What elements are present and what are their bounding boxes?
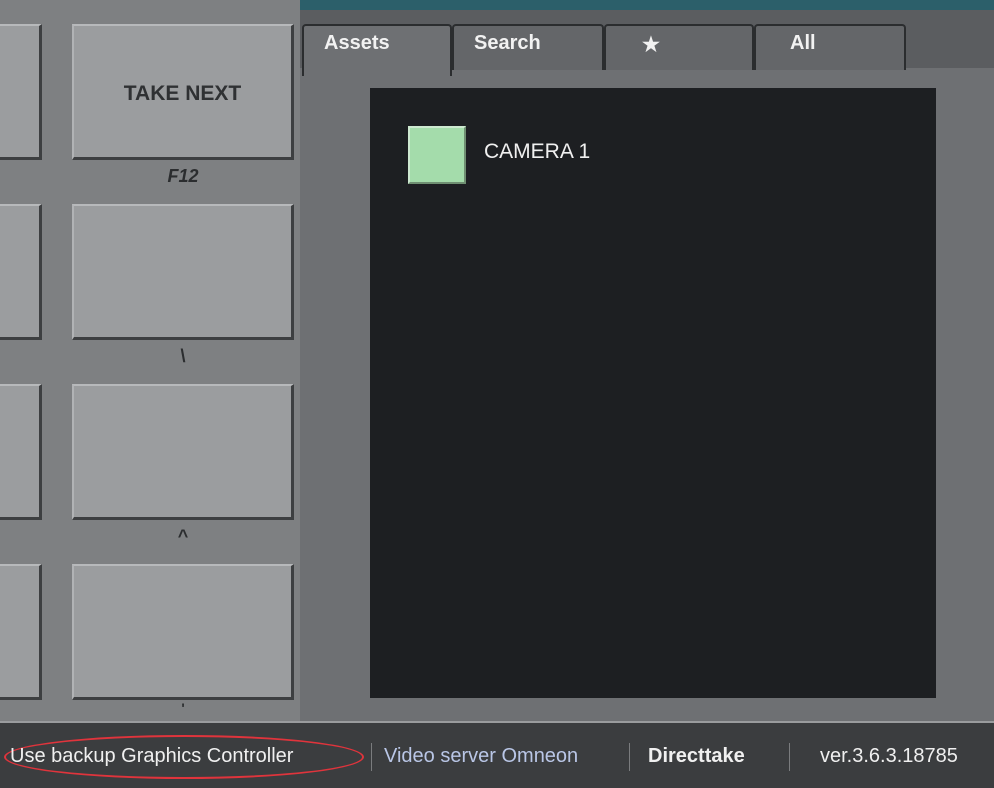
- version-label: ver.3.6.3.18785: [820, 745, 958, 767]
- hotkey-label: F12: [167, 166, 199, 186]
- take-next-button[interactable]: TAKE NEXT: [72, 24, 294, 160]
- tab-search[interactable]: Search: [452, 24, 604, 70]
- asset-item[interactable]: CAMERA 1: [408, 126, 590, 184]
- asset-label: CAMERA 1: [484, 140, 591, 163]
- hotkey-label: \: [180, 346, 186, 366]
- keypad-key[interactable]: [72, 384, 294, 520]
- mode-status[interactable]: Directtake: [648, 745, 745, 768]
- keypad-key[interactable]: [72, 564, 294, 700]
- status-divider: [371, 743, 372, 771]
- status-divider: [789, 743, 790, 771]
- asset-list: CAMERA 1: [370, 88, 936, 698]
- status-divider: [629, 743, 630, 771]
- video-server-status[interactable]: Video server Omneon: [384, 745, 578, 768]
- keypad-key[interactable]: [0, 384, 42, 520]
- tab-favorites[interactable]: ★: [604, 24, 754, 70]
- hotkey-label: ^: [177, 526, 189, 546]
- keypad-key[interactable]: [72, 204, 294, 340]
- hotkey-label: ': [181, 700, 185, 716]
- status-bar: Use backup Graphics Controller Video ser…: [0, 721, 994, 788]
- tab-bar: Assets Search ★ All: [300, 10, 994, 76]
- keypad-panel: TAKE NEXT F12 \ ^ ': [0, 0, 300, 721]
- keypad-key[interactable]: [0, 564, 42, 700]
- accent-strip: [300, 0, 994, 10]
- star-icon: ★: [642, 34, 660, 56]
- tab-assets[interactable]: Assets: [302, 24, 452, 76]
- keypad-key[interactable]: [0, 24, 42, 160]
- asset-color-swatch: [408, 126, 466, 184]
- assets-panel: Assets Search ★ All CAMERA 1: [300, 0, 994, 721]
- take-next-label: TAKE NEXT: [123, 82, 242, 105]
- tab-all[interactable]: All: [754, 24, 906, 70]
- backup-controller-status[interactable]: Use backup Graphics Controller: [10, 745, 293, 768]
- keypad-key[interactable]: [0, 204, 42, 340]
